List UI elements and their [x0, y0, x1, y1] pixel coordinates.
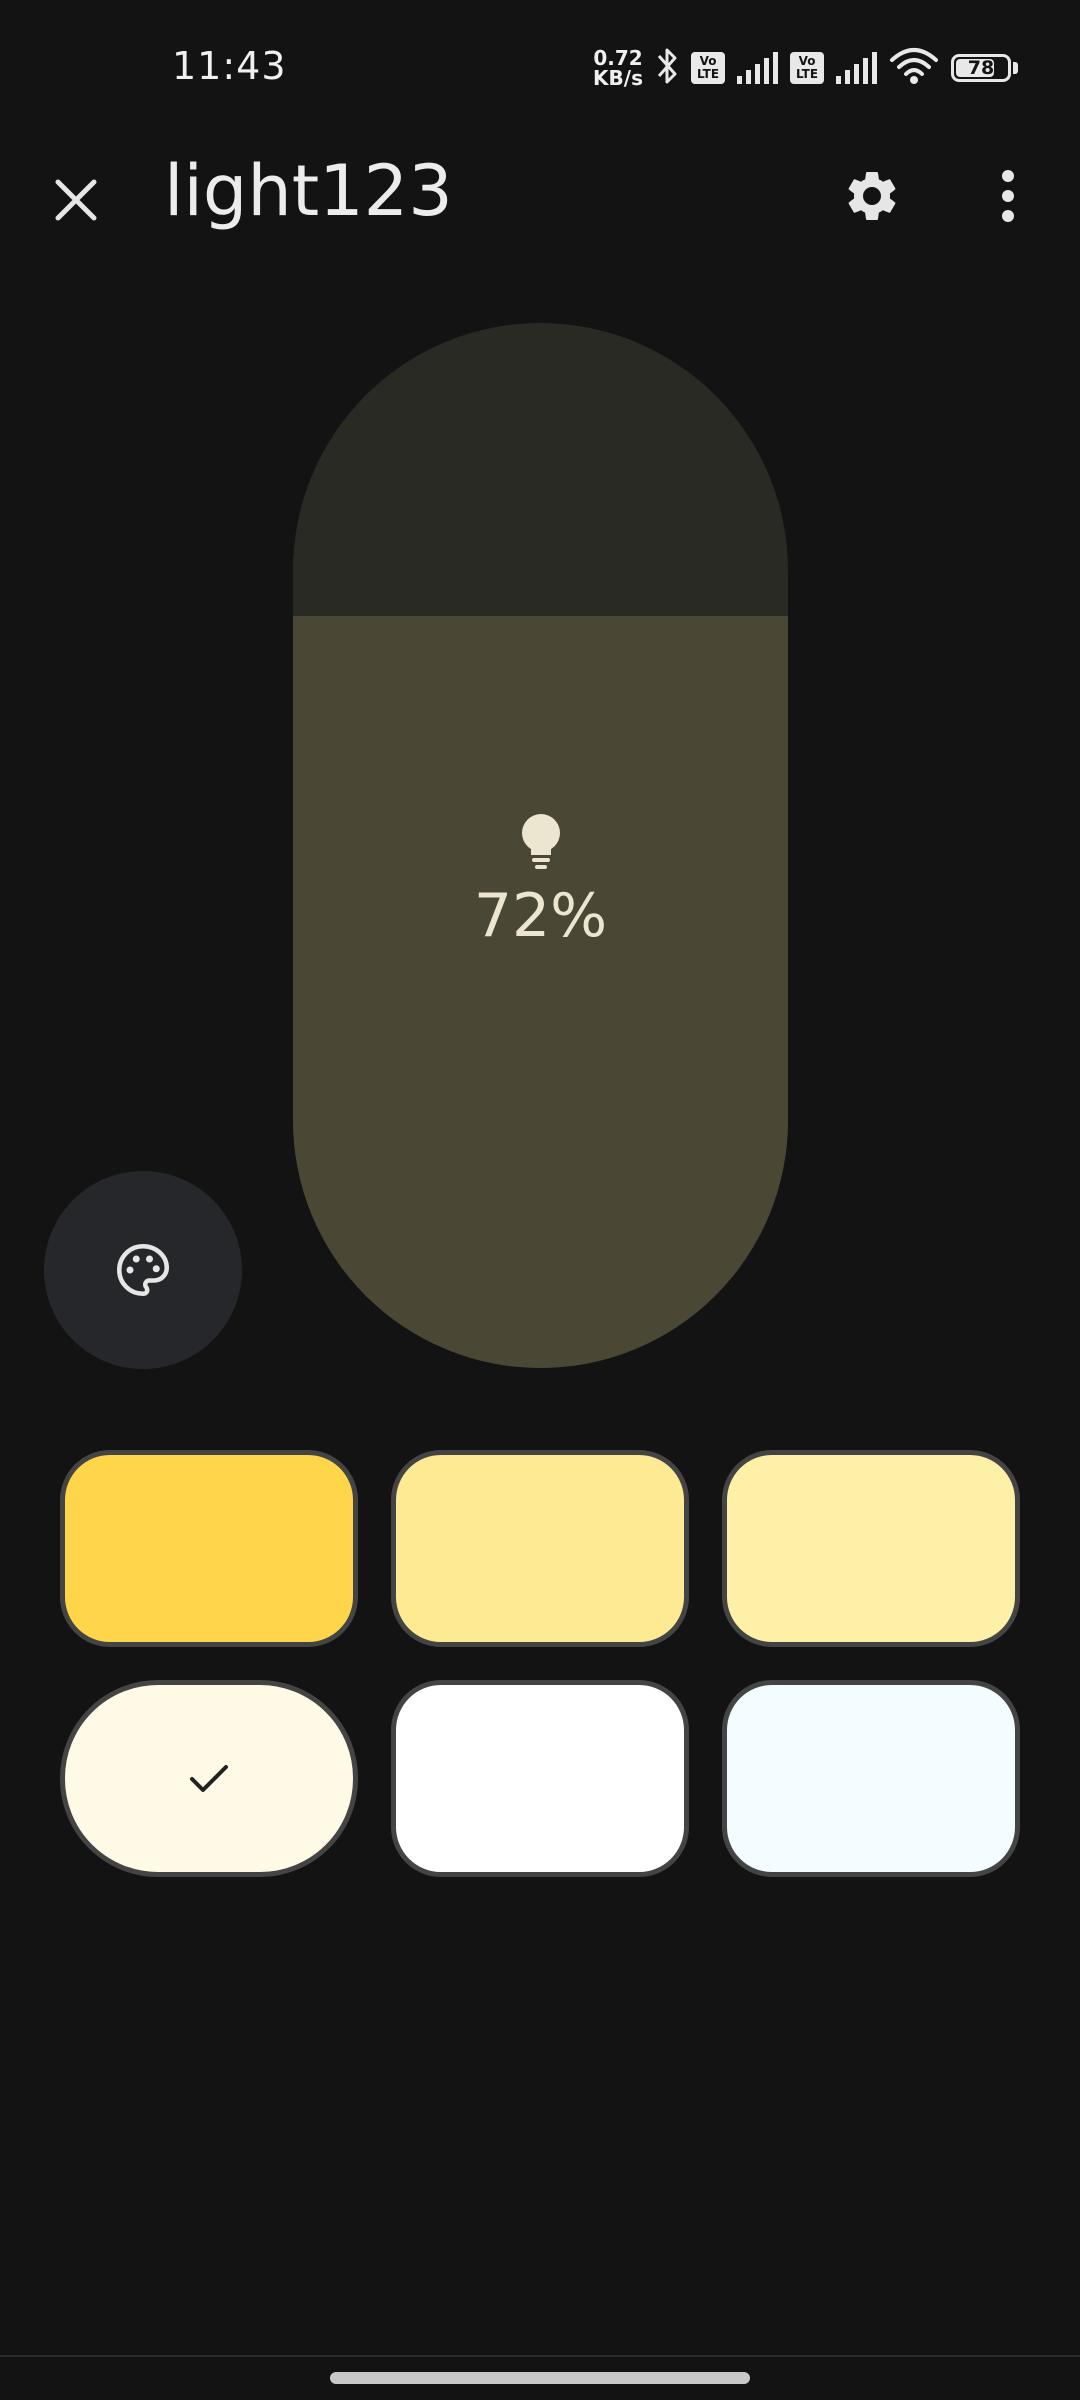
- brightness-value: 72%: [473, 881, 608, 951]
- color-palette-button[interactable]: [44, 1171, 242, 1369]
- light-control-screen: 11:43 0.72 KB/s Vo LTE Vo LTE 78 light12…: [0, 0, 1080, 2400]
- color-swatch-1[interactable]: [60, 1450, 358, 1647]
- battery-level: 78: [967, 57, 995, 79]
- battery-icon: 78: [951, 54, 1018, 82]
- net-speed: 0.72 KB/s: [593, 48, 643, 88]
- lightbulb-icon: [521, 814, 560, 869]
- close-button[interactable]: [36, 160, 116, 240]
- volte-icon: Vo LTE: [691, 52, 725, 84]
- color-swatch-6[interactable]: [722, 1680, 1020, 1877]
- wifi-icon: [889, 46, 939, 90]
- check-icon: [190, 1764, 228, 1792]
- more-options-button[interactable]: [966, 154, 1050, 238]
- more-vert-icon: [1002, 170, 1014, 222]
- status-bar: 11:43 0.72 KB/s Vo LTE Vo LTE 78: [0, 0, 1080, 140]
- color-swatch-3[interactable]: [722, 1450, 1020, 1647]
- palette-icon: [116, 1243, 170, 1297]
- status-time: 11:43: [172, 44, 287, 88]
- color-swatch-grid: [60, 1450, 1020, 1877]
- gesture-nav-handle[interactable]: [330, 2372, 750, 2384]
- brightness-fill: [293, 615, 788, 1368]
- color-swatch-5[interactable]: [391, 1680, 689, 1877]
- status-icons: 0.72 KB/s Vo LTE Vo LTE 78: [593, 44, 1018, 92]
- page-title: light123: [164, 150, 453, 232]
- cell-signal-icon-2: [836, 52, 877, 84]
- color-swatch-4[interactable]: [60, 1680, 358, 1877]
- brightness-slider[interactable]: 72%: [293, 323, 788, 1368]
- color-swatch-2[interactable]: [391, 1450, 689, 1647]
- brightness-readout: 72%: [293, 813, 788, 951]
- gear-icon: [848, 171, 896, 220]
- top-app-bar: light123: [0, 130, 1080, 260]
- net-speed-unit: KB/s: [593, 66, 643, 90]
- bluetooth-icon: [655, 46, 679, 90]
- volte-icon-2: Vo LTE: [790, 52, 824, 84]
- net-speed-value: 0.72: [593, 46, 643, 70]
- settings-button[interactable]: [830, 154, 914, 238]
- cell-signal-icon: [737, 52, 778, 84]
- close-icon: [55, 179, 97, 221]
- nav-divider: [0, 2355, 1080, 2357]
